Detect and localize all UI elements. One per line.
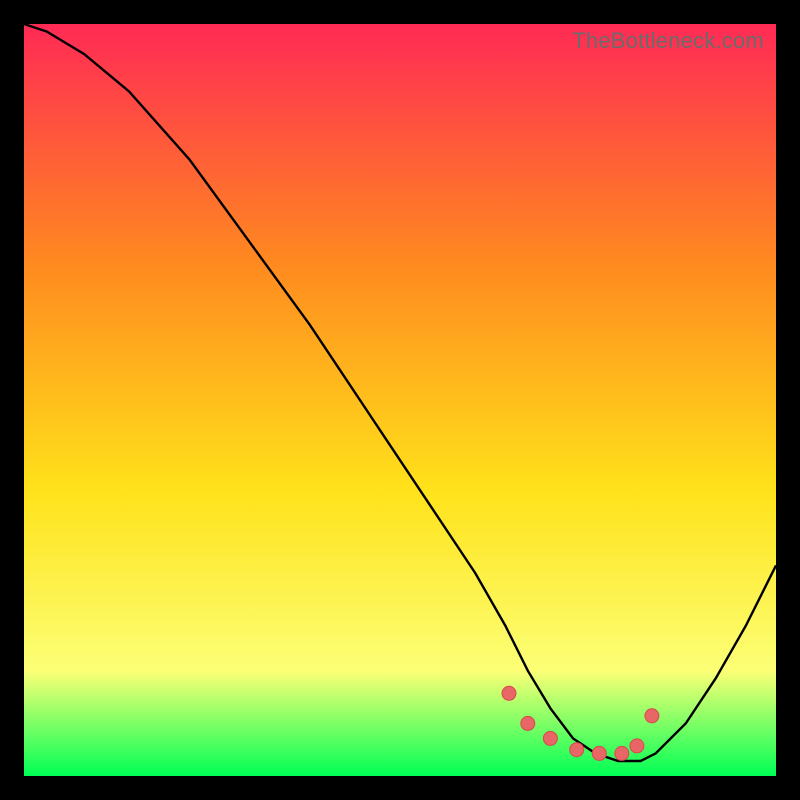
- marker-dot: [543, 731, 557, 745]
- bottleneck-chart: [24, 24, 776, 776]
- gradient-background: [24, 24, 776, 776]
- marker-dot: [592, 746, 606, 760]
- marker-dot: [570, 743, 584, 757]
- marker-dot: [630, 739, 644, 753]
- marker-dot: [645, 709, 659, 723]
- marker-dot: [502, 686, 516, 700]
- marker-dot: [615, 746, 629, 760]
- chart-frame: TheBottleneck.com: [24, 24, 776, 776]
- watermark-text: TheBottleneck.com: [572, 28, 764, 54]
- marker-dot: [521, 716, 535, 730]
